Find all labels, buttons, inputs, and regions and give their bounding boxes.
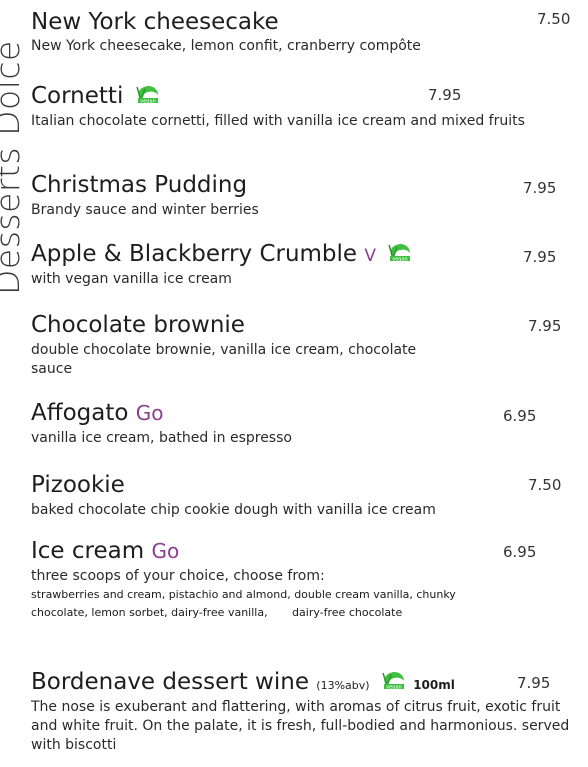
vegetarian-tag: V	[364, 246, 377, 266]
menu-item-christmas-pudding: Christmas Pudding 7.95 Brandy sauce and …	[31, 171, 580, 220]
section-title-vertical: Desserts Dolce	[0, 0, 26, 300]
menu-item-new-york-cheesecake: New York cheesecake 7.50 New York cheese…	[31, 8, 580, 56]
item-name: New York cheesecake	[31, 9, 279, 35]
item-description: baked chocolate chip cookie dough with v…	[31, 502, 436, 518]
item-name: Cornetti vegan	[31, 82, 160, 110]
item-name: Ice cream Go	[31, 537, 179, 565]
vegan-logo-icon: vegan	[382, 672, 404, 691]
item-name: Apple & Blackberry Crumble V vegan	[31, 240, 412, 270]
menu-item-cornetti: Cornetti vegan 7.95 Italian chocolate co…	[31, 82, 580, 131]
item-price: 7.95	[523, 248, 557, 266]
ice-cream-flavours: strawberries and cream, pistachio and al…	[31, 588, 460, 619]
item-price: 7.95	[428, 86, 462, 104]
item-description: double chocolate brownie, vanilla ice cr…	[31, 342, 417, 377]
go-tag: Go	[151, 539, 180, 563]
item-price: 6.95	[503, 407, 537, 425]
item-description: Brandy sauce and winter berries	[31, 202, 259, 218]
vegan-logo-icon: vegan	[135, 86, 158, 105]
item-name: Pizookie	[31, 472, 125, 498]
menu-item-apple-blackberry-crumble: Apple & Blackberry Crumble V vegan 7.95 …	[31, 240, 580, 289]
item-name-text: Bordenave dessert wine	[31, 669, 309, 695]
item-price: 7.95	[523, 179, 557, 197]
item-name: Bordenave dessert wine (13%abv) vegan 10…	[31, 668, 455, 700]
item-price: 7.95	[528, 317, 562, 335]
item-name-text: Affogato	[31, 400, 129, 426]
item-description: vanilla ice cream, bathed in espresso	[31, 430, 292, 446]
item-price: 6.95	[503, 543, 537, 561]
item-name: Christmas Pudding	[31, 172, 248, 198]
item-description: Italian chocolate cornetti, filled with …	[31, 113, 525, 129]
item-description: The nose is exuberant and flattering, wi…	[31, 699, 570, 753]
section-title: Desserts Dolce	[0, 40, 26, 295]
menu-item-pizookie: Pizookie 7.50 baked chocolate chip cooki…	[31, 471, 580, 520]
abv-label: (13%abv)	[316, 679, 370, 692]
menu-item-ice-cream: Ice cream Go 6.95 three scoops of your c…	[31, 537, 580, 622]
serving-size: 100ml	[413, 678, 455, 692]
item-description: with vegan vanilla ice cream	[31, 271, 232, 287]
item-name: Chocolate brownie	[31, 312, 245, 338]
item-price: 7.95	[517, 674, 551, 692]
item-price: 7.50	[528, 476, 562, 494]
svg-text:vegan: vegan	[393, 257, 408, 263]
item-description: New York cheesecake, lemon confit, cranb…	[31, 38, 421, 54]
menu-item-chocolate-brownie: Chocolate brownie 7.95 double chocolate …	[31, 311, 580, 379]
go-tag: Go	[135, 401, 164, 425]
menu-item-bordenave-dessert-wine: Bordenave dessert wine (13%abv) vegan 10…	[31, 668, 580, 755]
item-description: three scoops of your choice, choose from…	[31, 568, 325, 584]
item-name: Affogato Go	[31, 399, 163, 427]
item-name-text: Ice cream	[31, 538, 145, 564]
item-name-text: Cornetti	[31, 83, 124, 109]
menu-item-affogato: Affogato Go 6.95 vanilla ice cream, bath…	[31, 399, 580, 448]
item-name-text: Apple & Blackberry Crumble	[31, 241, 358, 267]
item-price: 7.50	[537, 10, 571, 28]
svg-text:vegan: vegan	[140, 99, 155, 105]
svg-text:vegan: vegan	[386, 685, 401, 691]
vegan-logo-icon: vegan	[388, 244, 411, 263]
